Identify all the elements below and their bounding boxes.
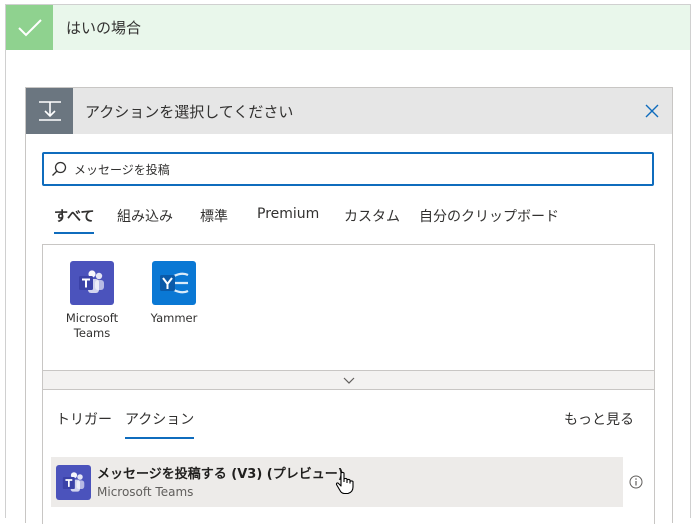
action-title: メッセージを投稿する (V3) (プレビュー) (97, 467, 344, 482)
action-picker-title: アクションを選択してください (85, 103, 294, 121)
search-box[interactable] (42, 152, 654, 186)
connector-list: Microsoft Teams Yammer (42, 244, 655, 389)
connector-name-line1: Microsoft (65, 311, 119, 325)
connector-name: Microsoft Teams (62, 311, 122, 341)
teams-logo-icon (70, 261, 114, 305)
tab-all[interactable]: すべて (54, 206, 95, 234)
teams-logo-icon (56, 465, 91, 500)
expand-connectors-button[interactable] (42, 370, 655, 390)
tab-standard[interactable]: 標準 (200, 206, 228, 234)
action-connector-name: Microsoft Teams (97, 485, 194, 499)
tab-my-clipboard[interactable]: 自分のクリップボード (419, 206, 559, 234)
connector-name: Yammer (150, 311, 198, 325)
tab-triggers[interactable]: トリガー (56, 409, 112, 439)
tab-custom[interactable]: カスタム (344, 206, 400, 234)
connector-yammer[interactable]: Yammer (144, 261, 204, 326)
info-icon[interactable] (628, 474, 644, 490)
yammer-logo-icon (152, 261, 196, 305)
tab-actions[interactable]: アクション (125, 409, 195, 439)
action-picker-card: アクションを選択してください すべて 組み込み 標準 Premium カスタム … (25, 87, 673, 524)
see-more-link[interactable]: もっと見る (564, 409, 634, 429)
condition-yes-title: はいの場合 (66, 19, 142, 37)
action-step-icon (26, 88, 73, 134)
tab-premium[interactable]: Premium (257, 206, 319, 230)
close-icon[interactable] (642, 101, 662, 121)
connector-microsoft-teams[interactable]: Microsoft Teams (62, 261, 122, 341)
connector-name-line2: Teams (73, 326, 111, 340)
condition-yes-container: はいの場合 アクションを選択してください メッセージを投稿 すべて 組み込み 標… (5, 4, 691, 524)
search-icon (44, 161, 74, 177)
hand-cursor-icon (335, 471, 355, 499)
tab-built-in[interactable]: 組み込み (117, 206, 173, 234)
actions-pane: トリガー アクション もっと見る メッセージを投稿する (V3) (プレビュー)… (42, 389, 655, 524)
action-picker-header: アクションを選択してください (26, 88, 672, 134)
condition-yes-header[interactable]: はいの場合 (6, 5, 690, 50)
search-input[interactable] (74, 162, 652, 176)
chevron-down-icon (343, 377, 354, 384)
checkmark-icon (6, 5, 53, 50)
